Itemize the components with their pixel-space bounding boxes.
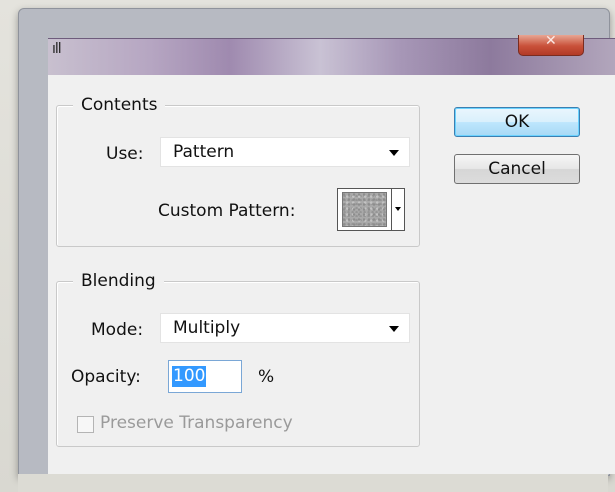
pattern-swatch [342,192,387,227]
custom-pattern-picker[interactable] [337,188,405,231]
cancel-button[interactable]: Cancel [454,154,580,184]
opacity-value: 100 [172,366,207,387]
window-title: ıll [52,41,62,57]
use-label: Use: [106,144,144,164]
blending-legend: Blending [73,271,164,291]
chevron-down-icon [389,150,399,156]
fill-dialog: Contents Use: Pattern Custom Pattern: Bl… [48,75,615,474]
ok-button[interactable]: OK [454,107,580,137]
blending-group: Blending Mode: Multiply Opacity: 100 % P… [56,271,420,447]
mode-select[interactable]: Multiply [160,313,410,343]
opacity-input[interactable]: 100 [168,360,242,393]
use-select-value: Pattern [173,142,235,162]
opacity-label: Opacity: [71,367,141,387]
picker-arrow-icon[interactable] [395,207,401,211]
close-icon: ✕ [545,33,557,49]
preserve-transparency-checkbox[interactable] [77,416,94,433]
mode-select-value: Multiply [173,318,241,338]
screen: ıll ✕ Contents Use: Pattern Custom Patte… [0,0,615,492]
close-button[interactable]: ✕ [518,33,584,56]
contents-group: Contents Use: Pattern Custom Pattern: [56,95,420,247]
preserve-transparency-label: Preserve Transparency [100,413,293,433]
window-bottom-edge [18,474,608,492]
custom-pattern-label: Custom Pattern: [158,201,296,221]
mode-label: Mode: [91,320,144,340]
title-bar[interactable]: ıll ✕ [48,33,615,76]
use-select[interactable]: Pattern [160,137,410,167]
contents-legend: Contents [73,95,166,115]
picker-divider [391,189,392,230]
opacity-unit: % [258,367,275,387]
chevron-down-icon [389,326,399,332]
